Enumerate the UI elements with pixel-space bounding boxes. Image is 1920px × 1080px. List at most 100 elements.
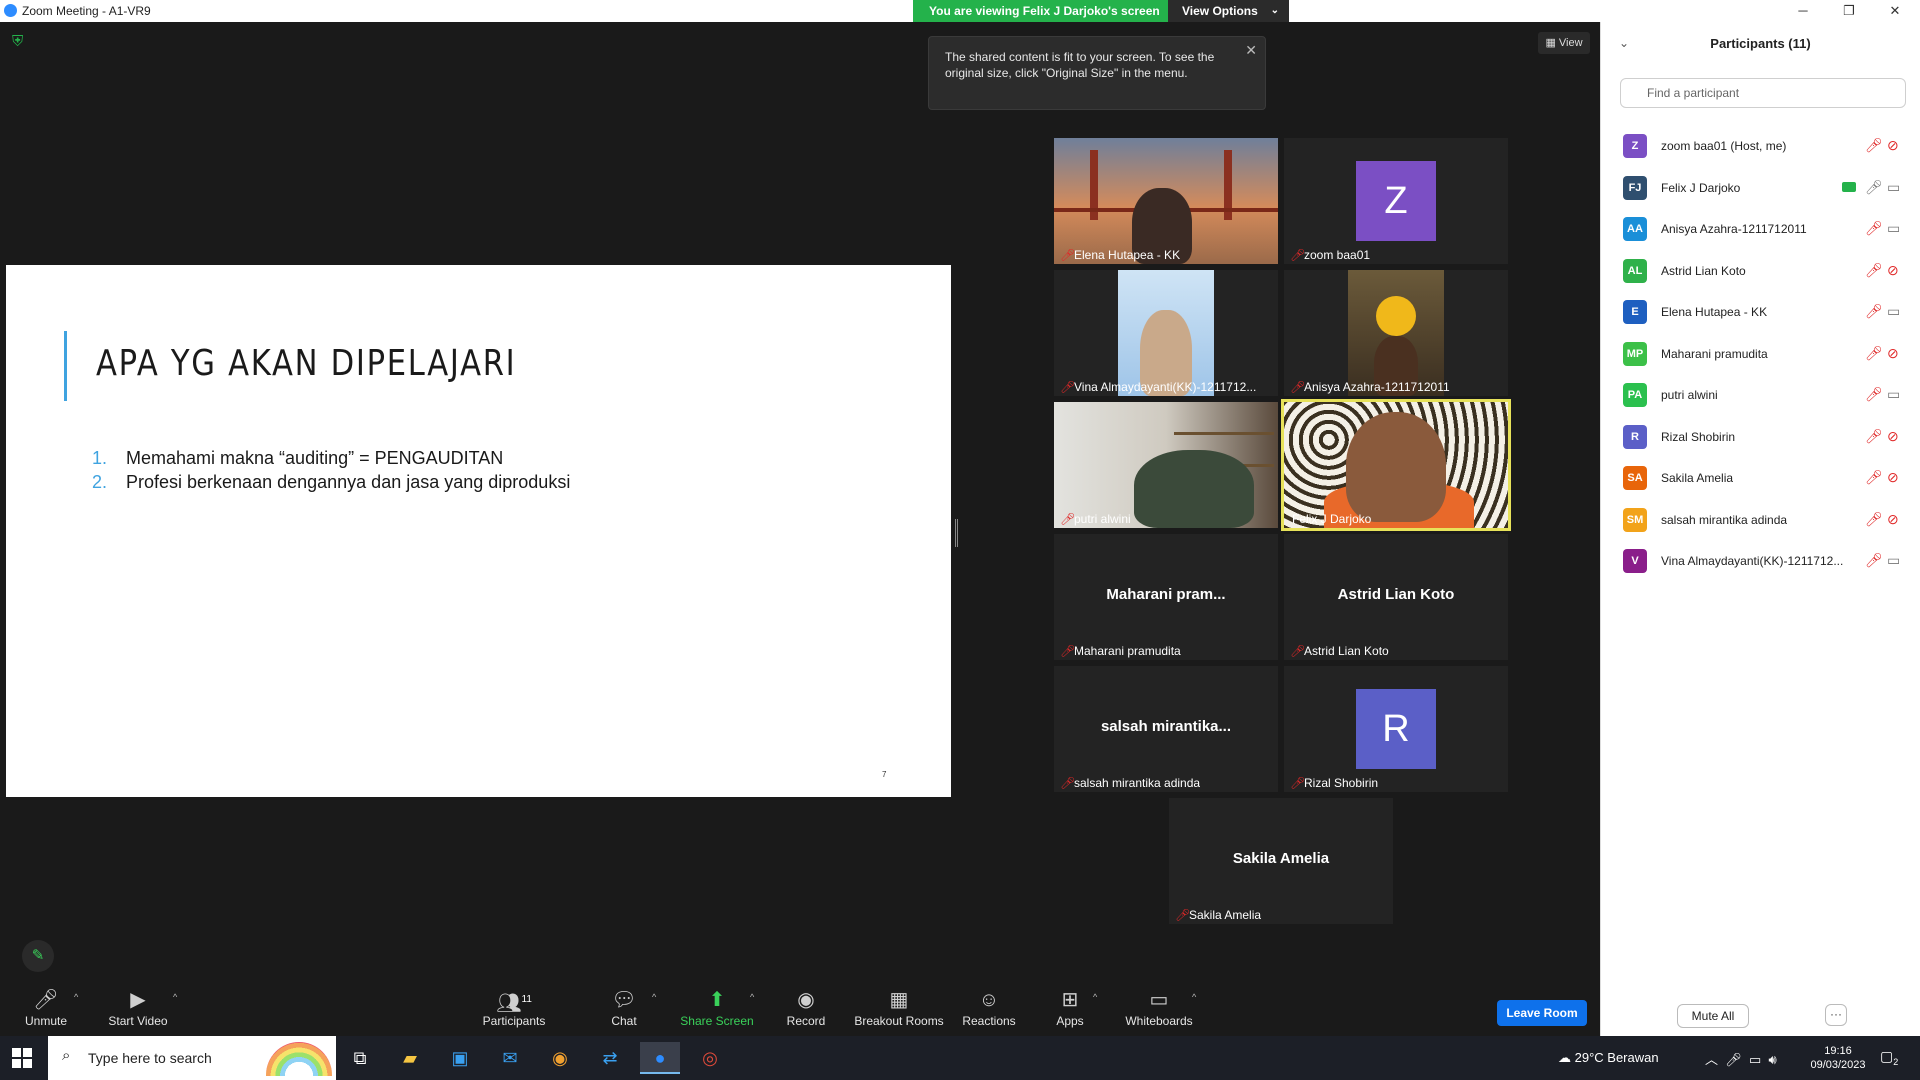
participant-row[interactable]: AL Astrid Lian Koto 🎤︎ ⊘ bbox=[1601, 251, 1920, 292]
breakout-rooms-icon: ▦ bbox=[889, 989, 909, 1011]
video-tile[interactable]: Maharani pram... 🎤︎ Maharani pramudita bbox=[1054, 534, 1278, 660]
mail-icon[interactable]: ✉ bbox=[490, 1042, 530, 1074]
whiteboard-options-caret[interactable]: ^ bbox=[1192, 992, 1196, 1002]
mic-muted-icon[interactable]: 🎤︎ bbox=[1865, 262, 1883, 279]
notification-icon[interactable]: ▢2 bbox=[1880, 1048, 1898, 1067]
video-tile[interactable]: 🎤︎ Vina Almaydayanti(KK)-1211712... bbox=[1054, 270, 1278, 396]
participant-row[interactable]: MP Maharani pramudita 🎤︎ ⊘ bbox=[1601, 334, 1920, 375]
system-tray[interactable]: ︿ 🎤︎ ▭ 🔊︎ bbox=[1705, 1049, 1777, 1068]
tile-name: 🎤︎ putri alwini bbox=[1060, 512, 1131, 526]
annotate-pencil-icon[interactable]: ✎ bbox=[22, 940, 54, 972]
participant-video bbox=[1054, 402, 1278, 528]
windows-start-icon[interactable] bbox=[12, 1048, 32, 1068]
video-tile[interactable]: 🎤︎ Anisya Azahra-1211712011 bbox=[1284, 270, 1508, 396]
mic-muted-icon[interactable]: 🎤︎ bbox=[1865, 469, 1883, 486]
mic-muted-icon[interactable]: 🎤︎ bbox=[1865, 220, 1883, 237]
chrome-profile-icon[interactable]: ◎ bbox=[690, 1042, 730, 1074]
leave-room-button[interactable]: Leave Room bbox=[1497, 1000, 1587, 1026]
video-off-icon[interactable]: ⊘ bbox=[1887, 511, 1899, 528]
split-divider-handle[interactable] bbox=[955, 519, 958, 547]
tile-display-name: Maharani pram... bbox=[1106, 586, 1226, 603]
share-screen-button[interactable]: ⬆ Share Screen bbox=[680, 988, 754, 1028]
mic-muted-icon: 🎤︎ bbox=[1060, 380, 1076, 394]
start-video-button[interactable]: ▶︎ Start Video bbox=[106, 988, 170, 1028]
view-options-button[interactable]: View Options ⌄ bbox=[1168, 0, 1289, 22]
video-tile[interactable]: Z 🎤︎ zoom baa01 bbox=[1284, 138, 1508, 264]
apps-options-caret[interactable]: ^ bbox=[1093, 992, 1097, 1002]
participant-name: Vina Almaydayanti(KK)-1211712... bbox=[1661, 554, 1844, 568]
mic-muted-icon[interactable]: 🎤︎ bbox=[1865, 511, 1883, 528]
tile-name: 🎤︎ Sakila Amelia bbox=[1175, 908, 1262, 922]
more-options-button[interactable]: ··· bbox=[1825, 1004, 1847, 1026]
participant-row[interactable]: SA Sakila Amelia 🎤︎ ⊘ bbox=[1601, 458, 1920, 499]
microsoft-store-icon[interactable]: ▣ bbox=[440, 1042, 480, 1074]
participant-row[interactable]: Zzoom baa01 (Host, me) 🎤︎ ⊘ bbox=[1601, 126, 1920, 167]
video-icon[interactable]: ▭ bbox=[1887, 179, 1900, 196]
shared-slide: APA YG AKAN DIPELAJARI 1. Memahami makna … bbox=[6, 265, 951, 797]
video-tile[interactable]: 🎤︎ Elena Hutapea - KK bbox=[1054, 138, 1278, 264]
video-icon[interactable]: ▭ bbox=[1887, 552, 1900, 569]
apps-button[interactable]: ⊞ Apps bbox=[1054, 988, 1086, 1028]
tile-display-name: salsah mirantika... bbox=[1100, 718, 1232, 735]
mute-all-button[interactable]: Mute All bbox=[1677, 1004, 1749, 1028]
task-view-icon[interactable]: ⧉ bbox=[340, 1042, 380, 1074]
weather-widget[interactable]: ☁︎ 29°C Berawan bbox=[1558, 1050, 1659, 1066]
participants-button[interactable]: 👥︎11 Participants bbox=[480, 988, 548, 1028]
participant-row[interactable]: FJ Felix J Darjoko 🎤︎ ▭ bbox=[1601, 168, 1920, 209]
video-off-icon[interactable]: ⊘ bbox=[1887, 262, 1899, 279]
video-tile[interactable]: Sakila Amelia 🎤︎ Sakila Amelia bbox=[1169, 798, 1393, 924]
mic-muted-icon[interactable]: 🎤︎ bbox=[1865, 428, 1883, 445]
participant-row[interactable]: SM salsah mirantika adinda 🎤︎ ⊘ bbox=[1601, 500, 1920, 541]
chat-button[interactable]: 💬︎ Chat bbox=[604, 988, 644, 1028]
mic-muted-icon[interactable]: 🎤︎ bbox=[1865, 137, 1883, 154]
chrome-icon[interactable]: ◉ bbox=[540, 1042, 580, 1074]
participant-row[interactable]: R Rizal Shobirin 🎤︎ ⊘ bbox=[1601, 417, 1920, 458]
video-icon[interactable]: ▭ bbox=[1887, 386, 1900, 403]
participant-search-input[interactable] bbox=[1620, 78, 1906, 108]
avatar: SA bbox=[1623, 466, 1647, 490]
video-tile[interactable]: salsah mirantika... 🎤︎ salsah mirantika a… bbox=[1054, 666, 1278, 792]
video-off-icon[interactable]: ⊘ bbox=[1887, 137, 1899, 154]
video-icon[interactable]: ▭ bbox=[1887, 220, 1900, 237]
video-off-icon[interactable]: ⊘ bbox=[1887, 428, 1899, 445]
video-tile[interactable]: R 🎤︎ Rizal Shobirin bbox=[1284, 666, 1508, 792]
video-options-caret[interactable]: ^ bbox=[173, 992, 177, 1002]
minimize-button[interactable]: ─ bbox=[1780, 0, 1826, 22]
view-button[interactable]: ▦ View bbox=[1538, 32, 1590, 54]
taskbar-clock[interactable]: 19:16 09/03/2023 bbox=[1808, 1044, 1868, 1072]
zoom-taskbar-icon[interactable]: ● bbox=[640, 1042, 680, 1074]
close-icon[interactable]: ✕ bbox=[1245, 42, 1257, 58]
unmute-button[interactable]: 🎤︎ Unmute bbox=[22, 988, 70, 1028]
reactions-button[interactable]: ☺︎ Reactions bbox=[962, 988, 1016, 1028]
mic-muted-icon: 🎤︎ bbox=[1290, 776, 1306, 790]
participant-row[interactable]: AA Anisya Azahra-1211712011 🎤︎ ▭ bbox=[1601, 209, 1920, 250]
taskbar-search-box[interactable]: ⌕ Type here to search bbox=[48, 1036, 336, 1080]
participant-row[interactable]: E Elena Hutapea - KK 🎤︎ ▭ bbox=[1601, 292, 1920, 333]
participant-row[interactable]: V Vina Almaydayanti(KK)-1211712... 🎤︎ ▭ bbox=[1601, 541, 1920, 582]
video-off-icon[interactable]: ⊘ bbox=[1887, 345, 1899, 362]
panel-title: Participants (11) bbox=[1710, 36, 1811, 51]
chat-options-caret[interactable]: ^ bbox=[652, 992, 656, 1002]
active-speaker-tile[interactable]: Felix J Darjoko bbox=[1281, 399, 1511, 531]
encryption-shield-icon[interactable]: ⛨ bbox=[12, 34, 28, 50]
audio-options-caret[interactable]: ^ bbox=[74, 992, 78, 1002]
mic-icon[interactable]: 🎤︎ bbox=[1865, 179, 1883, 196]
participant-row[interactable]: PA putri alwini 🎤︎ ▭ bbox=[1601, 375, 1920, 416]
mic-muted-icon[interactable]: 🎤︎ bbox=[1865, 345, 1883, 362]
video-tile[interactable]: Astrid Lian Koto 🎤︎ Astrid Lian Koto bbox=[1284, 534, 1508, 660]
record-button[interactable]: ◉ Record bbox=[784, 988, 828, 1028]
mic-muted-icon[interactable]: 🎤︎ bbox=[1865, 303, 1883, 320]
whiteboards-button[interactable]: ▭ Whiteboards bbox=[1124, 988, 1194, 1028]
mic-muted-icon: 🎤︎ bbox=[1290, 248, 1306, 262]
video-off-icon[interactable]: ⊘ bbox=[1887, 469, 1899, 486]
teamviewer-icon[interactable]: ⇄ bbox=[590, 1042, 630, 1074]
video-icon[interactable]: ▭ bbox=[1887, 303, 1900, 320]
close-button[interactable]: ✕ bbox=[1872, 0, 1918, 22]
video-tile[interactable]: 🎤︎ putri alwini bbox=[1054, 402, 1278, 528]
mic-muted-icon[interactable]: 🎤︎ bbox=[1865, 386, 1883, 403]
restore-button[interactable]: ❐ bbox=[1826, 0, 1872, 22]
share-options-caret[interactable]: ^ bbox=[750, 992, 754, 1002]
breakout-rooms-button[interactable]: ▦ Breakout Rooms bbox=[854, 988, 944, 1028]
mic-muted-icon[interactable]: 🎤︎ bbox=[1865, 552, 1883, 569]
file-explorer-icon[interactable]: ▰ bbox=[390, 1042, 430, 1074]
